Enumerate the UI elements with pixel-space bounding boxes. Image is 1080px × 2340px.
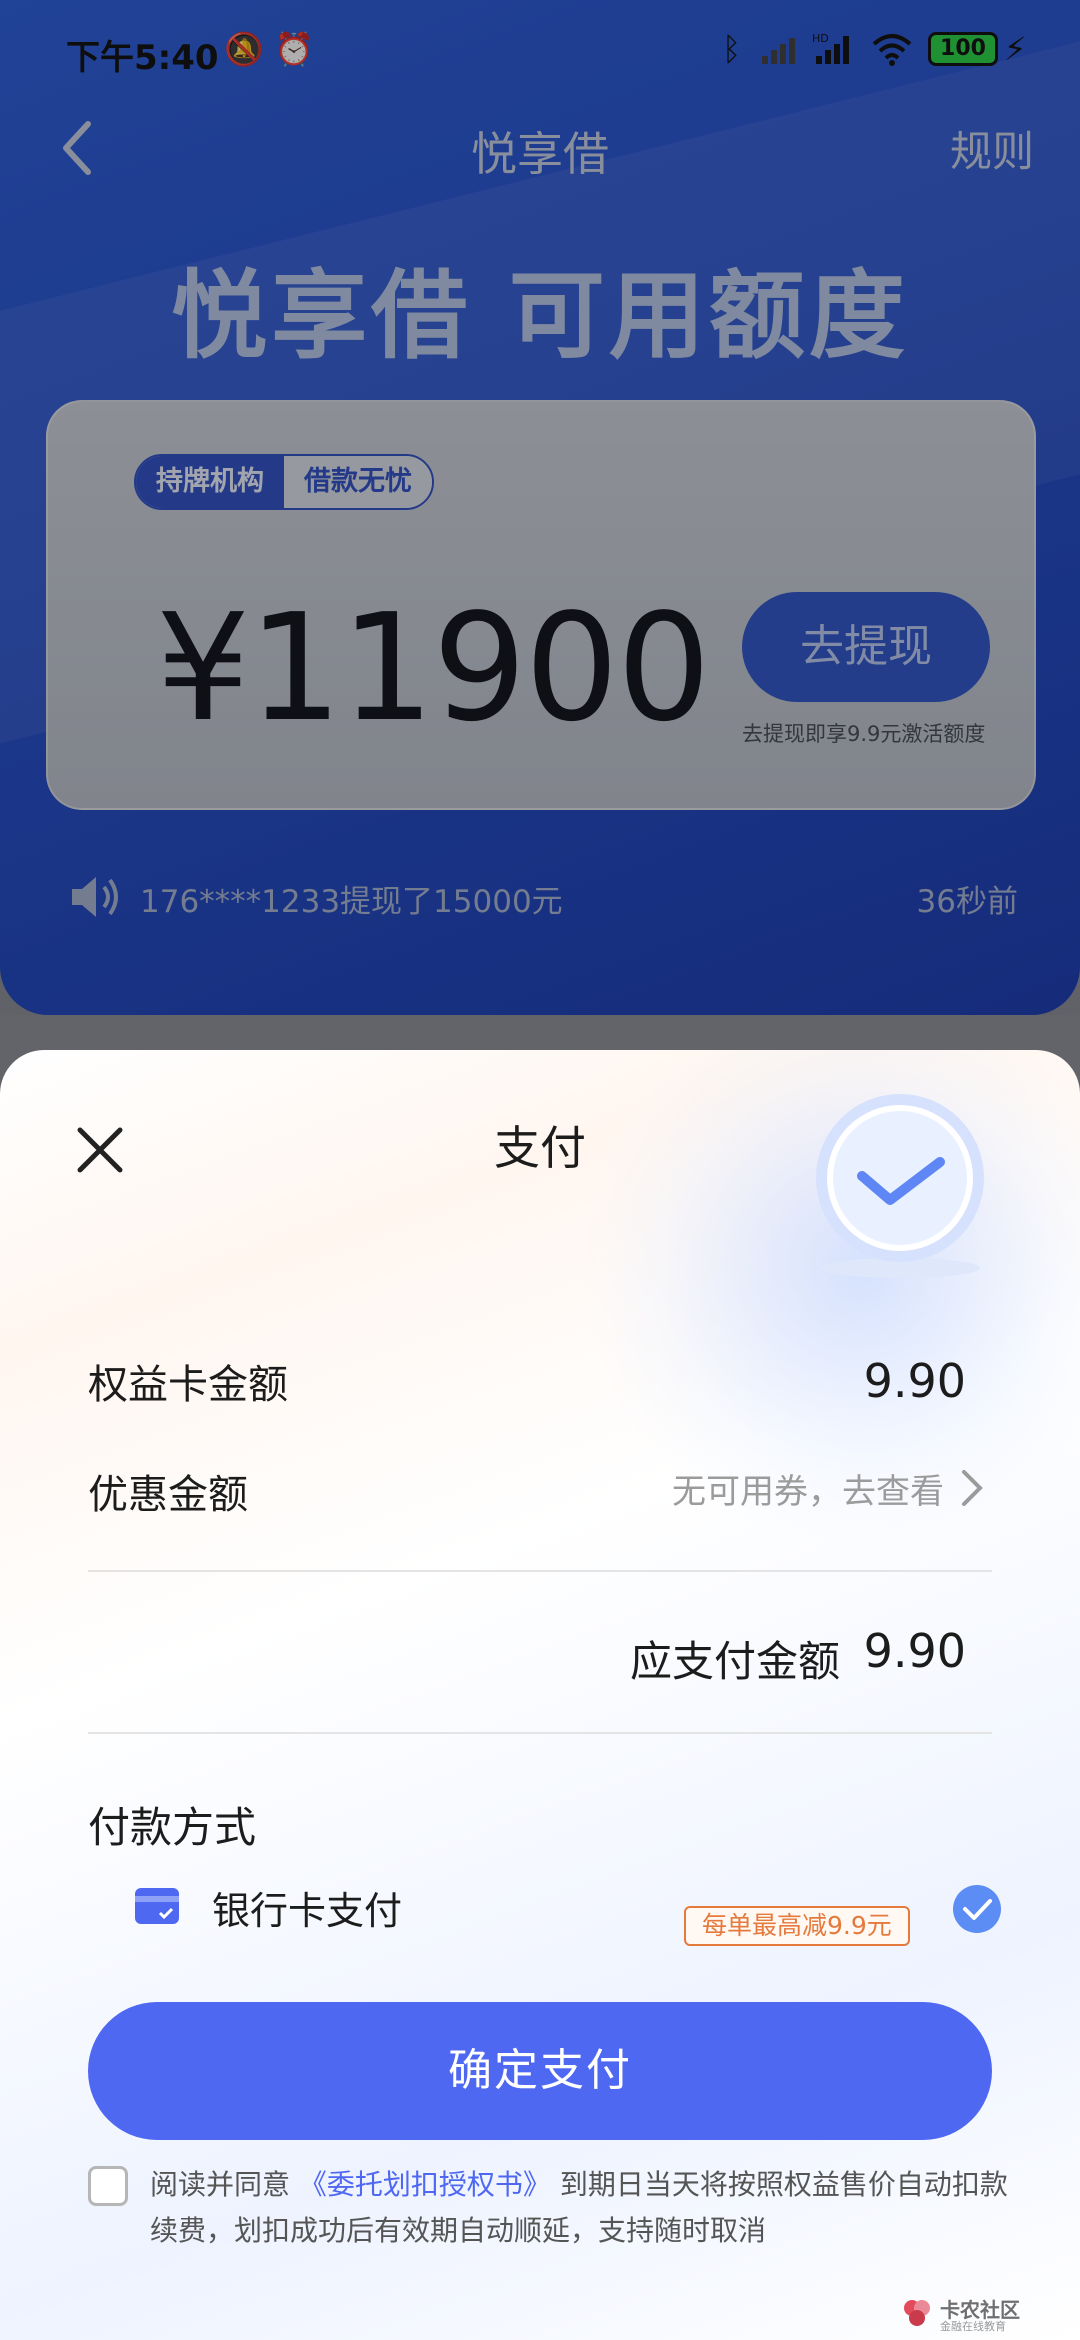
confirm-payment-button[interactable]: 确定支付 (88, 2002, 992, 2140)
due-amount-label: 应支付金额 (629, 1637, 840, 1686)
coupon-link[interactable]: 无可用券，去查看 (672, 1464, 944, 1513)
watermark: 卡农社区 金融在线教育 (900, 2294, 1060, 2334)
due-amount-value: 9.90 (863, 1624, 966, 1678)
divider (88, 1732, 992, 1734)
discount-label: 优惠金额 (88, 1472, 248, 1518)
watermark-sub: 金融在线教育 (940, 2320, 1006, 2333)
agreement-text: 阅读并同意 《委托划扣授权书》 到期日当天将按照权益售价自动扣款续费，划扣成功后… (150, 2162, 1010, 2254)
authorization-letter-link[interactable]: 《委托划扣授权书》 (299, 2168, 551, 2201)
modal-overlay[interactable] (0, 0, 1080, 1100)
promo-badge: 每单最高减9.9元 (684, 1906, 910, 1946)
selected-check-icon[interactable] (952, 1884, 1002, 1934)
payment-sheet: 支付 权益卡金额 9.90 优惠金额 无可用券，去查看 应支付金额 9.90 付… (0, 1050, 1080, 2340)
bank-card-payment-option[interactable]: 银行卡支付 (212, 1880, 402, 1935)
agreement-checkbox[interactable] (88, 2166, 128, 2206)
divider (88, 1570, 992, 1572)
bank-card-icon (135, 1888, 179, 1924)
check-badge-icon (816, 1094, 984, 1278)
card-amount-label: 权益卡金额 (88, 1362, 288, 1408)
payment-method-title: 付款方式 (88, 1803, 257, 1852)
card-amount-value: 9.90 (863, 1354, 966, 1408)
watermark-logo-icon (904, 2300, 930, 2326)
chevron-right-icon[interactable] (960, 1468, 984, 1508)
agreement-prefix: 阅读并同意 (150, 2168, 291, 2201)
